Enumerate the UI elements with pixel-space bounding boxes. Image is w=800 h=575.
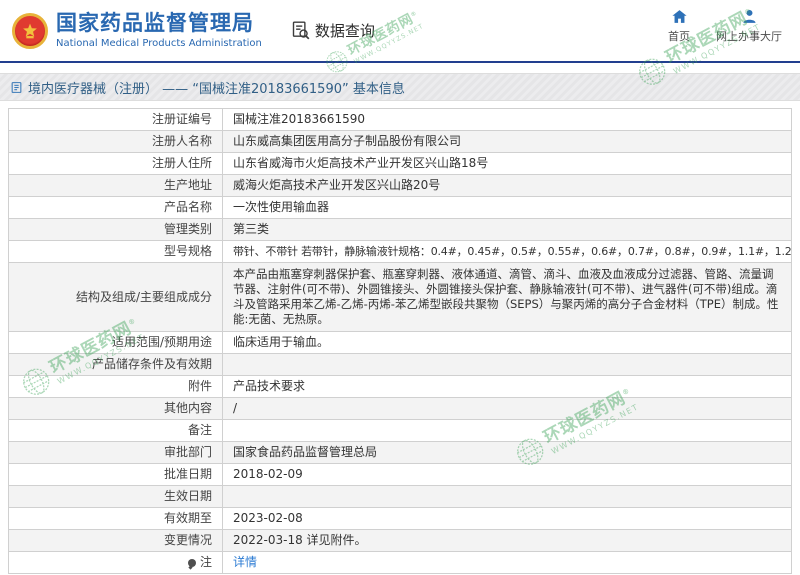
table-row: 备注: [9, 420, 792, 442]
table-row: 有效期至 2023-02-08: [9, 508, 792, 530]
row-value: 第三类: [223, 219, 792, 241]
row-value: 一次性使用输血器: [223, 197, 792, 219]
row-label: 结构及组成/主要组成成分: [9, 263, 223, 332]
agency-title: 国家药品监督管理局 National Medical Products Admi…: [56, 12, 262, 48]
row-value: 2023-02-08: [223, 508, 792, 530]
document-search-icon: [290, 20, 311, 41]
data-query-nav[interactable]: 数据查询: [290, 20, 375, 41]
row-label: 注册证编号: [9, 109, 223, 131]
row-label: 备注: [9, 420, 223, 442]
row-label: 产品名称: [9, 197, 223, 219]
header-quick-links: 首页 网上办事大厅: [668, 8, 782, 44]
table-row: 适用范围/预期用途 临床适用于输血。: [9, 332, 792, 354]
row-label: 审批部门: [9, 442, 223, 464]
header: 国家药品监督管理局 National Medical Products Admi…: [0, 0, 800, 63]
table-row: 注册证编号 国械注准20183661590: [9, 109, 792, 131]
online-hall-button[interactable]: 网上办事大厅: [716, 8, 782, 44]
table-row: 其他内容 /: [9, 398, 792, 420]
row-label: 批准日期: [9, 464, 223, 486]
table-row: 生效日期: [9, 486, 792, 508]
row-value: 国家食品药品监督管理总局: [223, 442, 792, 464]
breadcrumb-text: 境内医疗器械（注册） —— “国械注准20183661590” 基本信息: [28, 78, 405, 97]
row-label: 产品储存条件及有效期: [9, 354, 223, 376]
row-label: 管理类别: [9, 219, 223, 241]
table-row: 产品名称 一次性使用输血器: [9, 197, 792, 219]
table-row: 注 详情: [9, 552, 792, 574]
row-value: 详情: [223, 552, 792, 574]
row-label: 适用范围/预期用途: [9, 332, 223, 354]
table-row: 产品储存条件及有效期: [9, 354, 792, 376]
row-value: 带针、不带针 若带针，静脉输液针规格：0.4#，0.45#，0.5#，0.55#…: [223, 241, 792, 263]
row-value: 2022-03-18 详见附件。: [223, 530, 792, 552]
row-label: 型号规格: [9, 241, 223, 263]
national-emblem-logo: [12, 13, 48, 49]
emblem-star-icon: [19, 20, 41, 42]
home-button[interactable]: 首页: [668, 8, 690, 44]
row-value: 国械注准20183661590: [223, 109, 792, 131]
row-value: [223, 354, 792, 376]
row-label: 生效日期: [9, 486, 223, 508]
home-icon: [671, 8, 688, 25]
table-row: 附件 产品技术要求: [9, 376, 792, 398]
row-value: 山东省威海市火炬高技术产业开发区兴山路18号: [223, 153, 792, 175]
data-query-label: 数据查询: [315, 20, 375, 41]
user-icon: [741, 8, 758, 25]
table-row: 批准日期 2018-02-09: [9, 464, 792, 486]
row-label: 变更情况: [9, 530, 223, 552]
table-row: 生产地址 威海火炬高技术产业开发区兴山路20号: [9, 175, 792, 197]
row-value: 山东威高集团医用高分子制品股份有限公司: [223, 131, 792, 153]
row-label: 注册人住所: [9, 153, 223, 175]
row-value: [223, 420, 792, 442]
row-value: 威海火炬高技术产业开发区兴山路20号: [223, 175, 792, 197]
row-label: 有效期至: [9, 508, 223, 530]
row-value: /: [223, 398, 792, 420]
breadcrumb: 境内医疗器械（注册） —— “国械注准20183661590” 基本信息: [0, 73, 800, 101]
row-value: 2018-02-09: [223, 464, 792, 486]
note-pin-icon: [188, 559, 196, 567]
row-value: 临床适用于输血。: [223, 332, 792, 354]
detail-link[interactable]: 详情: [233, 555, 257, 569]
row-value: 本产品由瓶塞穿刺器保护套、瓶塞穿刺器、液体通道、滴管、滴斗、血液及血液成分过滤器…: [223, 263, 792, 332]
home-label: 首页: [668, 28, 690, 44]
row-label: 附件: [9, 376, 223, 398]
row-value: 产品技术要求: [223, 376, 792, 398]
row-label-note: 注: [9, 552, 223, 574]
table-row: 变更情况 2022-03-18 详见附件。: [9, 530, 792, 552]
table-row: 注册人名称 山东威高集团医用高分子制品股份有限公司: [9, 131, 792, 153]
row-label: 注册人名称: [9, 131, 223, 153]
row-value: [223, 486, 792, 508]
table-row: 注册人住所 山东省威海市火炬高技术产业开发区兴山路18号: [9, 153, 792, 175]
document-icon: [10, 81, 23, 94]
online-hall-label: 网上办事大厅: [716, 28, 782, 44]
row-label: 生产地址: [9, 175, 223, 197]
agency-title-cn: 国家药品监督管理局: [56, 12, 262, 35]
row-label: 其他内容: [9, 398, 223, 420]
table-row: 审批部门 国家食品药品监督管理总局: [9, 442, 792, 464]
agency-title-en: National Medical Products Administration: [56, 38, 262, 49]
table-row: 管理类别 第三类: [9, 219, 792, 241]
table-row: 结构及组成/主要组成成分 本产品由瓶塞穿刺器保护套、瓶塞穿刺器、液体通道、滴管、…: [9, 263, 792, 332]
table-row: 型号规格 带针、不带针 若带针，静脉输液针规格：0.4#，0.45#，0.5#，…: [9, 241, 792, 263]
note-label: 注: [200, 555, 212, 569]
registration-info-table: 注册证编号 国械注准20183661590 注册人名称 山东威高集团医用高分子制…: [8, 108, 792, 574]
